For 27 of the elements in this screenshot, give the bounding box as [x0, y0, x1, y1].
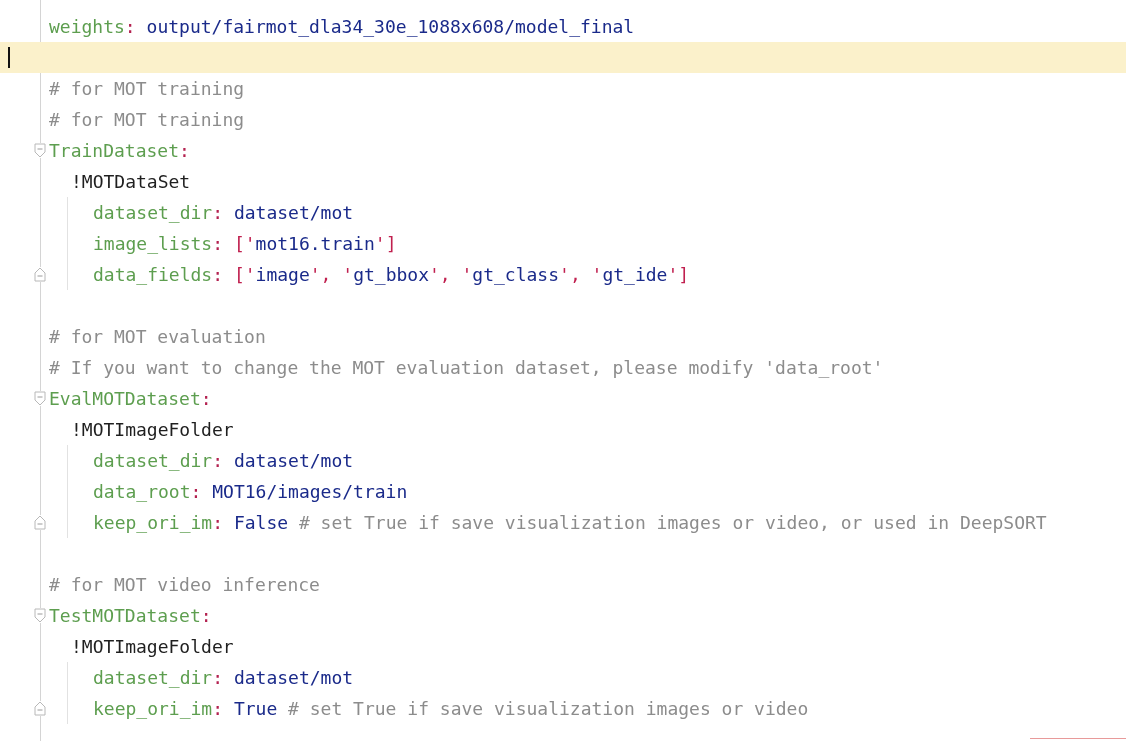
- code-line: dataset_dir: dataset/mot: [93, 201, 354, 224]
- code-line: # for MOT video inference: [49, 573, 320, 596]
- code-line: # If you want to change the MOT evaluation dataset, please modify 'data_root': [49, 356, 884, 379]
- fold-collapse-icon[interactable]: [34, 391, 46, 406]
- code-line: !MOTImageFolder: [71, 418, 234, 441]
- code-line: keep_ori_im: True # set True if save visualization images or video: [93, 697, 809, 720]
- fold-end-icon[interactable]: [34, 701, 46, 716]
- code-line: image_lists: ['mot16.train']: [93, 232, 397, 255]
- fold-collapse-icon[interactable]: [34, 608, 46, 623]
- code-line: data_root: MOT16/images/train: [93, 480, 408, 503]
- code-line: keep_ori_im: False # set True if save visualization images or video, or used in DeepSORT: [93, 511, 1047, 534]
- code-line: # for MOT training: [49, 77, 245, 100]
- text-cursor: [8, 47, 10, 68]
- fold-collapse-icon[interactable]: [34, 143, 46, 158]
- fold-end-icon[interactable]: [34, 515, 46, 530]
- code-line: !MOTDataSet: [71, 170, 191, 193]
- code-line: weights: output/fairmot_dla34_30e_1088x608/model_final: [49, 15, 635, 38]
- code-line: # for MOT training: [49, 108, 245, 131]
- code-line: dataset_dir: dataset/mot: [93, 666, 354, 689]
- code-line: data_fields: ['image', 'gt_bbox', 'gt_class', 'gt_ide']: [93, 263, 690, 286]
- code-line: !MOTImageFolder: [71, 635, 234, 658]
- fold-end-icon[interactable]: [34, 267, 46, 282]
- code-line: EvalMOTDataset:: [49, 387, 212, 410]
- code-line: # for MOT evaluation: [49, 325, 266, 348]
- code-line: TrainDataset:: [49, 139, 190, 162]
- code-line: dataset_dir: dataset/mot: [93, 449, 354, 472]
- code-line: TestMOTDataset:: [49, 604, 212, 627]
